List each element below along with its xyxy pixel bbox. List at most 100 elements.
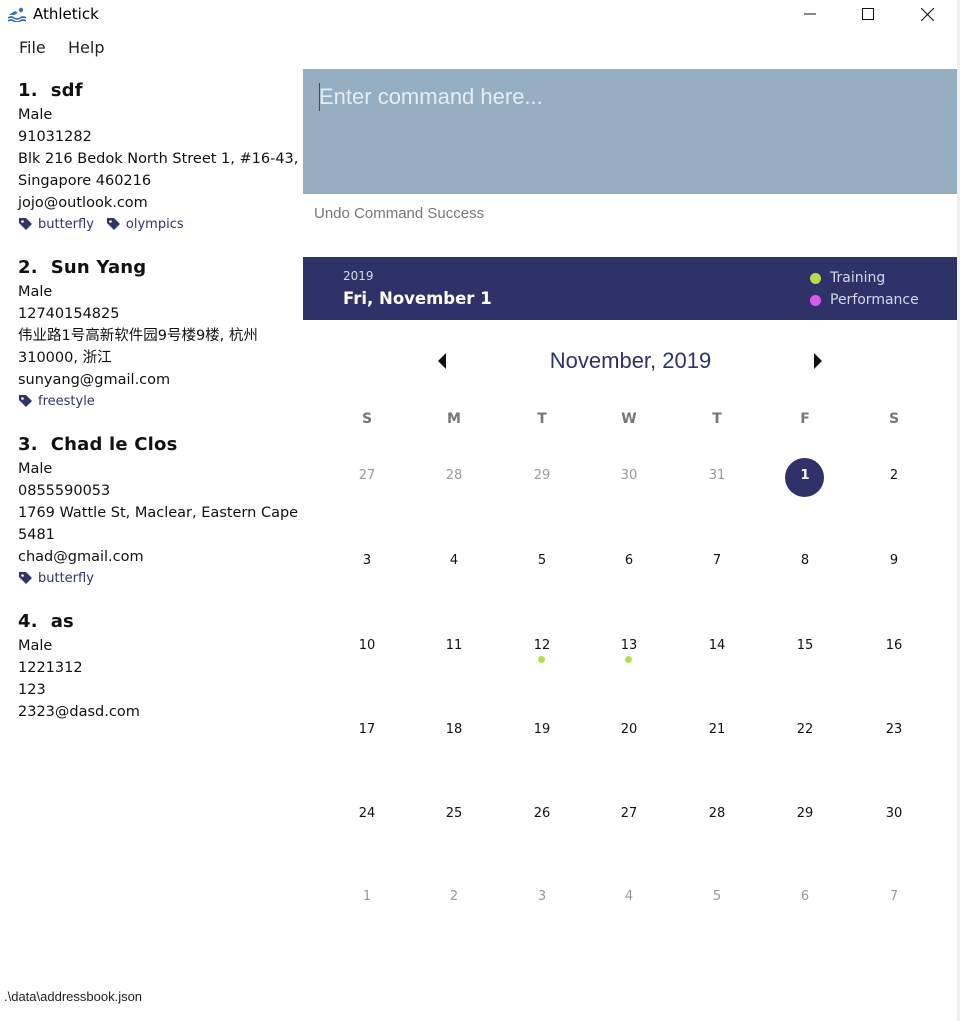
close-button[interactable] (904, 0, 950, 28)
maximize-icon (862, 8, 874, 20)
calendar-day[interactable]: 25 (434, 806, 474, 821)
person-card[interactable]: 1. sdf Male 91031282 Blk 216 Bedok North… (18, 78, 303, 232)
next-month-button[interactable] (812, 352, 824, 370)
calendar-day[interactable]: 23 (874, 722, 914, 737)
calendar-day[interactable]: 12 (522, 638, 562, 653)
person-name: 3. Chad le Clos (18, 432, 303, 458)
calendar-day[interactable]: 29 (522, 468, 562, 483)
title-bar: Athletick (0, 0, 960, 30)
calendar-day[interactable]: 4 (434, 553, 474, 568)
training-event-dot-icon (625, 656, 632, 663)
person-gender: Male (18, 107, 53, 123)
command-input[interactable] (317, 79, 941, 115)
weekday-header: T (537, 411, 547, 427)
person-index: 2. (18, 257, 38, 278)
person-card[interactable]: 4. as Male 1221312 123 2323@dasd.com (18, 609, 303, 723)
tag-label: olympics (125, 217, 184, 232)
tag: butterfly (18, 217, 94, 232)
calendar-day[interactable]: 7 (874, 889, 914, 904)
person-address: 1769 Wattle St, Maclear, Eastern Cape 54… (18, 505, 299, 543)
calendar-day[interactable]: 6 (609, 553, 649, 568)
calendar-day[interactable]: 21 (697, 722, 737, 737)
person-index: 1. (18, 80, 38, 101)
calendar-day[interactable]: 7 (697, 553, 737, 568)
tag-icon (19, 395, 32, 407)
menu-help[interactable]: Help (68, 38, 104, 57)
calendar-day[interactable]: 27 (347, 468, 387, 483)
legend-label: Performance (830, 292, 919, 308)
weekday-header: W (621, 411, 637, 427)
person-index: 3. (18, 434, 38, 455)
tag-label: butterfly (38, 571, 94, 586)
calendar-day[interactable]: 2 (434, 889, 474, 904)
previous-month-button[interactable] (436, 352, 448, 370)
calendar-day[interactable]: 13 (609, 638, 649, 653)
calendar-day[interactable]: 22 (785, 722, 825, 737)
calendar-day[interactable]: 8 (785, 553, 825, 568)
minimize-icon (804, 13, 816, 15)
calendar-day[interactable]: 17 (347, 722, 387, 737)
person-phone: 91031282 (18, 129, 92, 145)
menu-file[interactable]: File (19, 38, 46, 57)
calendar-day[interactable]: 28 (434, 468, 474, 483)
person-phone: 12740154825 (18, 306, 120, 322)
calendar-day[interactable]: 29 (785, 806, 825, 821)
calendar-day[interactable]: 1 (347, 889, 387, 904)
training-dot-icon (810, 272, 821, 284)
close-icon (920, 7, 934, 21)
calendar-day[interactable]: 3 (347, 553, 387, 568)
calendar-day[interactable]: 14 (697, 638, 737, 653)
person-email: jojo@outlook.com (18, 195, 148, 211)
person-address: Blk 216 Bedok North Street 1, #16-43, Si… (18, 151, 299, 189)
calendar-day[interactable]: 28 (697, 806, 737, 821)
person-phone: 0855590053 (18, 483, 111, 499)
person-card[interactable]: 3. Chad le Clos Male 0855590053 1769 Wat… (18, 432, 303, 586)
person-gender: Male (18, 284, 53, 300)
calendar-day[interactable]: 18 (434, 722, 474, 737)
calendar-day[interactable]: 16 (874, 638, 914, 653)
calendar-day[interactable]: 6 (785, 889, 825, 904)
tag-list: butterfly olympics (18, 217, 303, 232)
person-address: 伟业路1号高新软件园9号楼9楼, 杭州 310000, 浙江 (18, 328, 258, 366)
person-name: 4. as (18, 609, 303, 635)
person-gender: Male (18, 638, 53, 654)
person-name: 1. sdf (18, 78, 303, 104)
window-title: Athletick (33, 5, 99, 23)
calendar-day[interactable]: 5 (697, 889, 737, 904)
calendar-day[interactable]: 2 (874, 468, 914, 483)
calendar-day[interactable]: 1 (785, 468, 825, 483)
calendar-day[interactable]: 10 (347, 638, 387, 653)
calendar-day[interactable]: 20 (609, 722, 649, 737)
person-name-text: Chad le Clos (50, 434, 178, 455)
calendar-day[interactable]: 30 (609, 468, 649, 483)
calendar-day[interactable]: 15 (785, 638, 825, 653)
weekday-header: F (800, 411, 810, 427)
person-name-text: sdf (50, 80, 83, 101)
person-name-text: Sun Yang (50, 257, 147, 278)
person-index: 4. (18, 611, 38, 632)
legend-performance: Performance (810, 292, 919, 308)
calendar-day[interactable]: 3 (522, 889, 562, 904)
person-gender: Male (18, 461, 53, 477)
person-phone: 1221312 (18, 660, 83, 676)
calendar-day[interactable]: 5 (522, 553, 562, 568)
calendar-day[interactable]: 4 (609, 889, 649, 904)
legend-training: Training (810, 270, 885, 286)
calendar-day[interactable]: 26 (522, 806, 562, 821)
calendar-day[interactable]: 9 (874, 553, 914, 568)
calendar-day[interactable]: 24 (347, 806, 387, 821)
calendar-day[interactable]: 27 (609, 806, 649, 821)
person-card[interactable]: 2. Sun Yang Male 12740154825 伟业路1号高新软件园9… (18, 255, 303, 409)
person-name: 2. Sun Yang (18, 255, 303, 281)
person-name-text: as (50, 611, 74, 632)
tag-label: freestyle (38, 394, 95, 409)
performance-dot-icon (810, 294, 821, 306)
weekday-header: T (712, 411, 722, 427)
calendar-day[interactable]: 30 (874, 806, 914, 821)
maximize-button[interactable] (845, 0, 891, 28)
calendar-day[interactable]: 19 (522, 722, 562, 737)
calendar-day[interactable]: 11 (434, 638, 474, 653)
minimize-button[interactable] (787, 0, 833, 28)
calendar-day[interactable]: 31 (697, 468, 737, 483)
tag-icon (19, 572, 32, 584)
